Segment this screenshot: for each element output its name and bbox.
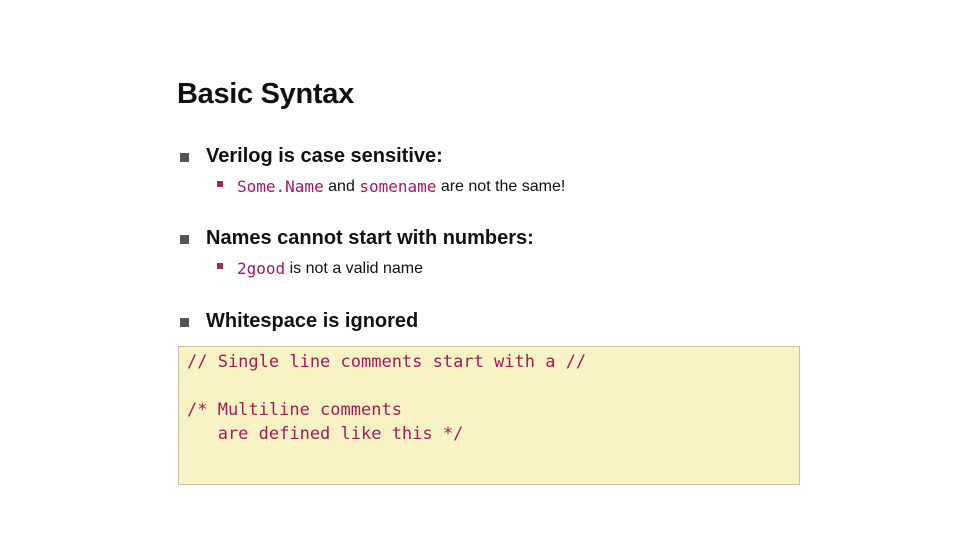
- bullet-names-numbers: Names cannot start with numbers:: [180, 227, 534, 250]
- square-bullet-icon: [180, 235, 189, 244]
- slide-title: Basic Syntax: [177, 78, 354, 110]
- sub-bullet-text-and: and: [328, 177, 355, 195]
- code-line: // Single line comments start with a //: [187, 352, 587, 372]
- bullet-whitespace: Whitespace is ignored: [180, 310, 418, 333]
- code-example-box: // Single line comments start with a // …: [178, 346, 800, 485]
- sub-bullet-case-example: Some.Name and somename are not the same!: [217, 177, 565, 196]
- bullet-text: Whitespace is ignored: [206, 310, 419, 332]
- code-somename: somename: [359, 177, 437, 196]
- code-line: /* Multiline comments: [187, 400, 402, 420]
- code-2good: 2good: [237, 259, 286, 278]
- code-line: are defined like this */: [187, 424, 464, 444]
- square-bullet-icon: [180, 153, 189, 162]
- bullet-case-sensitive: Verilog is case sensitive:: [180, 145, 443, 168]
- sub-bullet-number-example: 2good is not a valid name: [217, 259, 423, 278]
- bullet-text: Verilog is case sensitive:: [206, 145, 443, 167]
- small-square-bullet-icon: [217, 262, 223, 269]
- code-some-name: Some.Name: [237, 177, 324, 196]
- small-square-bullet-icon: [217, 180, 223, 187]
- sub-bullet-text-rest: are not the same!: [440, 177, 566, 195]
- sub-bullet-text-rest: is not a valid name: [289, 259, 424, 277]
- square-bullet-icon: [180, 318, 189, 327]
- bullet-text: Names cannot start with numbers:: [206, 227, 534, 249]
